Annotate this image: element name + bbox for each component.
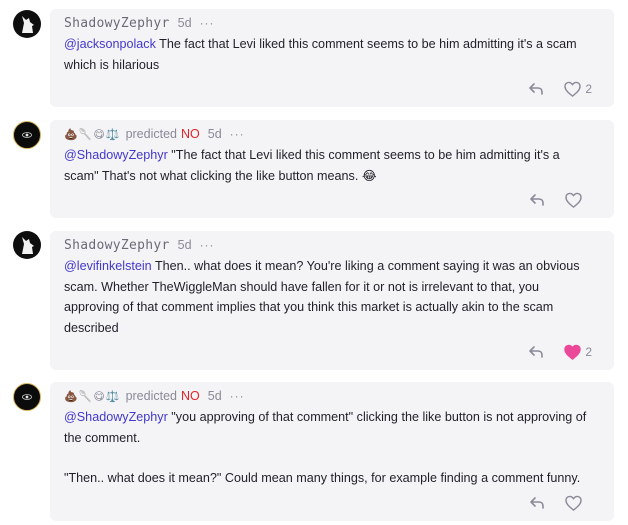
more-dots-icon[interactable]: ··· — [230, 127, 245, 141]
username[interactable]: ShadowyZephyr — [64, 238, 170, 253]
predicted-label: predicted — [125, 389, 177, 403]
user-avatar[interactable] — [13, 121, 41, 149]
comment-time[interactable]: 5d — [208, 389, 222, 403]
user-avatar[interactable] — [13, 10, 41, 38]
reply-arrow-icon[interactable] — [528, 191, 546, 209]
comment-time[interactable]: 5d — [178, 238, 192, 252]
comment-bubble: ShadowyZephyr 5d ··· @jacksonpolack The … — [50, 9, 614, 107]
heart-icon — [565, 495, 582, 511]
like-count: 2 — [585, 82, 592, 96]
comment-header: 💩🥄😋⚖️ predicted NO 5d ··· — [64, 124, 245, 144]
more-dots-icon[interactable]: ··· — [200, 16, 215, 30]
comment-text: @ShadowyZephyr "The fact that Levi liked… — [64, 145, 596, 186]
predicted-label: predicted — [125, 127, 177, 141]
like-button[interactable] — [564, 494, 592, 512]
comment-time[interactable]: 5d — [208, 127, 222, 141]
comment-actions — [528, 190, 592, 210]
comment-actions: 2 — [527, 79, 592, 99]
comment-paragraph: "Then.. what does it mean?" Could mean m… — [64, 471, 581, 485]
comment-header: 💩🥄😋⚖️ predicted NO 5d ··· — [64, 386, 245, 406]
reply-arrow-icon[interactable] — [527, 80, 545, 98]
comment-text: @ShadowyZephyr "you approving of that co… — [64, 407, 596, 489]
user-badges: 💩🥄😋⚖️ — [64, 390, 121, 403]
user-avatar[interactable] — [13, 383, 41, 411]
comment-header: ShadowyZephyr 5d ··· — [64, 235, 215, 255]
comment-bubble: ShadowyZephyr 5d ··· @levifinkelstein Th… — [50, 231, 614, 370]
user-avatar[interactable] — [13, 231, 41, 259]
user-mention[interactable]: @ShadowyZephyr — [64, 410, 168, 424]
heart-icon — [565, 192, 582, 208]
comment-paragraph: @ShadowyZephyr "you approving of that co… — [64, 407, 596, 448]
comment-actions: 2 — [527, 342, 592, 362]
predicted-outcome: NO — [181, 389, 200, 403]
user-badges: 💩🥄😋⚖️ — [64, 128, 121, 141]
like-button[interactable]: 2 — [563, 80, 592, 98]
heart-icon — [564, 81, 582, 97]
like-button[interactable] — [564, 191, 592, 209]
comment-header: ShadowyZephyr 5d ··· — [64, 13, 215, 33]
comment-bubble: 💩🥄😋⚖️ predicted NO 5d ··· @ShadowyZephyr… — [50, 382, 614, 521]
comment-actions — [528, 493, 592, 513]
comment-bubble: 💩🥄😋⚖️ predicted NO 5d ··· @ShadowyZephyr… — [50, 120, 614, 218]
more-dots-icon[interactable]: ··· — [200, 238, 215, 252]
comment-text: @jacksonpolack The fact that Levi liked … — [64, 34, 596, 75]
predicted-outcome: NO — [181, 127, 200, 141]
user-mention[interactable]: @jacksonpolack — [64, 37, 156, 51]
more-dots-icon[interactable]: ··· — [230, 389, 245, 403]
user-mention[interactable]: @levifinkelstein — [64, 259, 152, 273]
reply-arrow-icon[interactable] — [528, 494, 546, 512]
user-mention[interactable]: @ShadowyZephyr — [64, 148, 168, 162]
heart-icon — [564, 344, 582, 360]
like-count: 2 — [585, 345, 592, 359]
comment-time[interactable]: 5d — [178, 16, 192, 30]
reply-arrow-icon[interactable] — [527, 343, 545, 361]
like-button[interactable]: 2 — [563, 343, 592, 361]
comment-text: @levifinkelstein Then.. what does it mea… — [64, 256, 596, 338]
username[interactable]: ShadowyZephyr — [64, 16, 170, 31]
